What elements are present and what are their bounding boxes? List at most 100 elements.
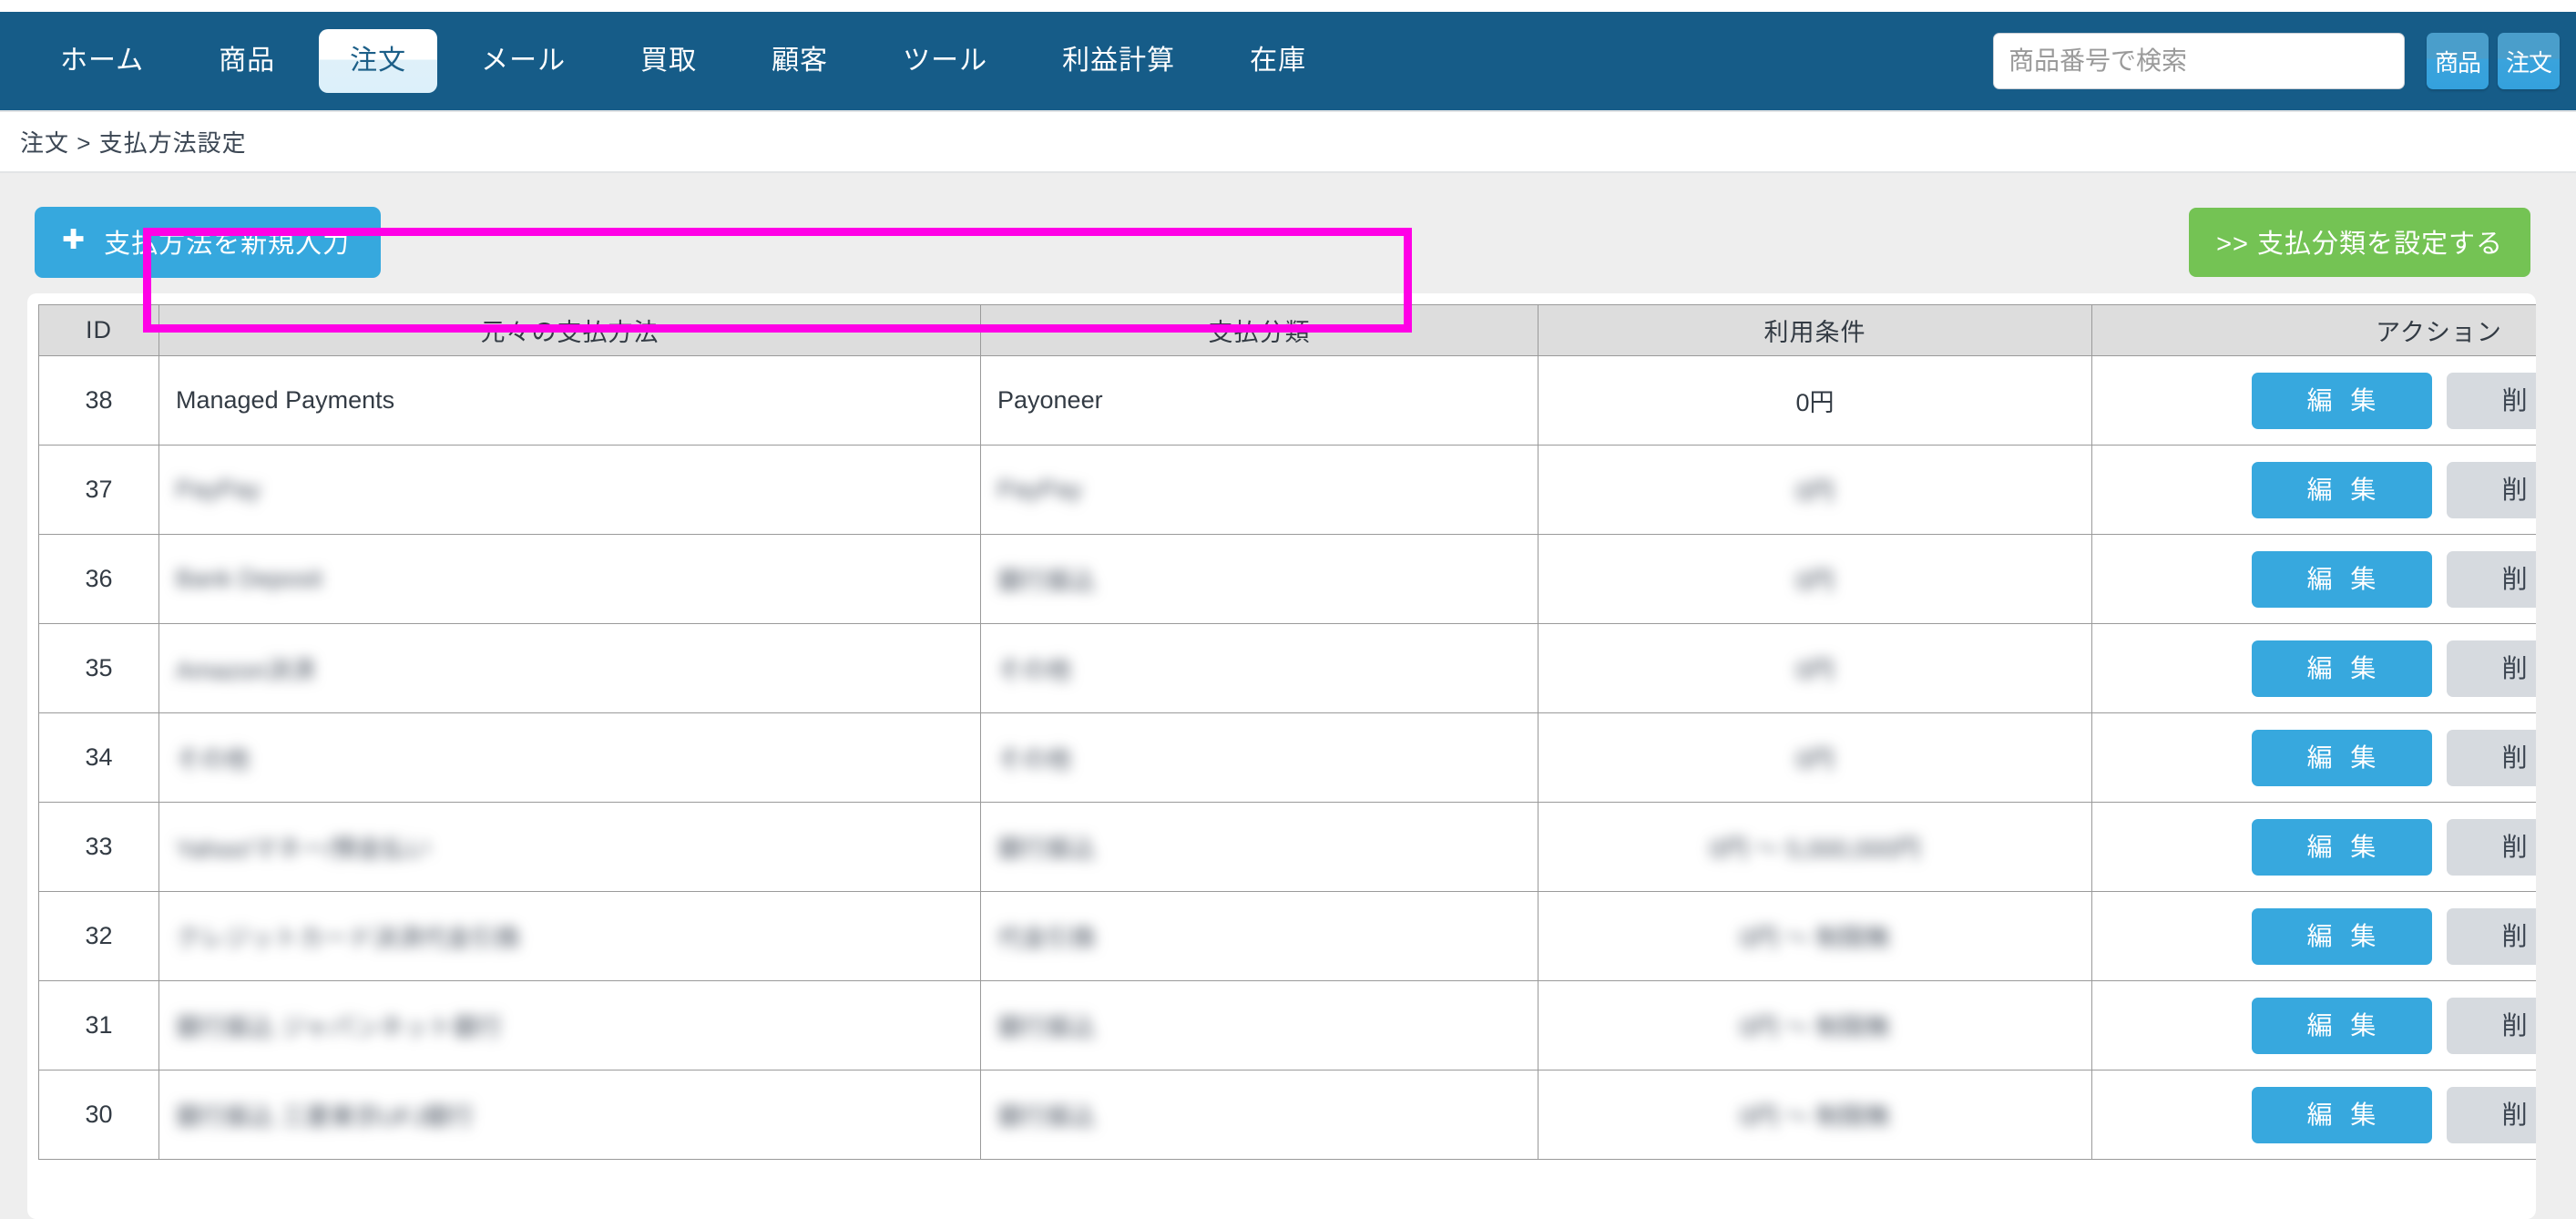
cell-condition: 0円 [1538, 445, 2092, 535]
cell-id: 31 [38, 980, 159, 1070]
column-header-action: アクション [2091, 304, 2536, 356]
delete-button[interactable]: 削 除 [2446, 907, 2536, 965]
cell-condition: 0円 〜 制限無 [1538, 1070, 2092, 1160]
table-row: 35Amazon決済その他0円編 集削 除 [38, 623, 2536, 713]
cell-method: クレジットカード決済代金引換 [158, 891, 981, 981]
new-payment-method-label: 支払方法を新規入力 [104, 230, 351, 259]
nav-menu: ホーム 商品 注文 メール 買取 顧客 ツール 利益計算 在庫 [0, 12, 1350, 110]
cell-action: 編 集削 除 [2091, 712, 2536, 803]
delete-button[interactable]: 削 除 [2446, 818, 2536, 876]
cell-category: PayPay [980, 445, 1538, 535]
edit-button[interactable]: 編 集 [2251, 640, 2432, 697]
table-card: ID 元々の支払方法 支払分類 利用条件 アクション 38 Managed Pay… [27, 293, 2536, 1219]
nav-item-order[interactable]: 注文 [319, 29, 438, 93]
plus-icon: ✚ [62, 225, 87, 255]
new-payment-method-button[interactable]: ✚ 支払方法を新規入力 [35, 207, 382, 278]
navbar-search-area: 商品 注文 [1993, 33, 2560, 89]
breadcrumb-bar: 注文 > 支払方法設定 [0, 110, 2576, 173]
payment-methods-table: ID 元々の支払方法 支払分類 利用条件 アクション 38 Managed Pay… [38, 304, 2536, 1160]
cell-condition: 0円 [1538, 623, 2092, 713]
delete-button[interactable]: 削 除 [2446, 1086, 2536, 1143]
table-row: 33 Yahoo!マネー/預金払い 銀行振込 0円 〜 5,000,000円編 集削 … [38, 802, 2536, 892]
edit-button[interactable]: 編 集 [2251, 907, 2432, 965]
page-body: ✚ 支払方法を新規入力 >> 支払分類を設定する ID 元々の支払方法 支払分類… [0, 173, 2576, 1219]
nav-item-home[interactable]: ホーム [29, 29, 175, 93]
search-input[interactable] [1993, 33, 2405, 89]
column-header-id: ID [38, 304, 159, 356]
edit-button[interactable]: 編 集 [2251, 818, 2432, 876]
table-row: 34その他その他0円編 集削 除 [38, 712, 2536, 803]
cell-action: 編 集削 除 [2091, 534, 2536, 624]
cell-method: その他 [158, 712, 981, 803]
edit-button[interactable]: 編 集 [2251, 997, 2432, 1054]
cell-method: Amazon決済 [158, 623, 981, 713]
main-navbar: ホーム 商品 注文 メール 買取 顧客 ツール 利益計算 在庫 商品 注文 [0, 12, 2576, 110]
breadcrumb[interactable]: 注文 > 支払方法設定 [20, 125, 247, 159]
cell-method: Yahoo!マネー/預金払い [158, 802, 981, 892]
cell-action: 編 集削 除 [2091, 623, 2536, 713]
search-order-button[interactable]: 注文 [2498, 33, 2560, 89]
cell-id: 32 [38, 891, 159, 981]
cell-action: 編 集削 除 [2091, 445, 2536, 535]
table-body: 38Managed PaymentsPayoneer0円編 集削 除37PayP… [38, 355, 2536, 1160]
cell-category: Payoneer [980, 355, 1538, 446]
cell-action: 編 集削 除 [2091, 802, 2536, 892]
cell-action: 編 集削 除 [2091, 1070, 2536, 1160]
column-header-method: 元々の支払方法 [158, 304, 981, 356]
delete-button[interactable]: 削 除 [2446, 640, 2536, 697]
cell-method: 銀行振込 三菱東京UFJ銀行 [158, 1070, 981, 1160]
cell-action: 編 集削 除 [2091, 980, 2536, 1070]
cell-category: 銀行振込 [980, 802, 1538, 892]
delete-button[interactable]: 削 除 [2446, 997, 2536, 1054]
cell-id: 34 [38, 712, 159, 803]
set-payment-category-button[interactable]: >> 支払分類を設定する [2189, 208, 2530, 277]
cell-id: 33 [38, 802, 159, 892]
cell-condition: 0円 〜 5,000,000円 [1538, 802, 2092, 892]
cell-action: 編 集削 除 [2091, 891, 2536, 981]
cell-method: PayPay [158, 445, 981, 535]
cell-category: その他 [980, 712, 1538, 803]
cell-category: 銀行振込 [980, 534, 1538, 624]
edit-button[interactable]: 編 集 [2251, 1086, 2432, 1143]
cell-method: Managed Payments [158, 355, 981, 446]
nav-item-product[interactable]: 商品 [188, 29, 306, 93]
table-row: 37PayPayPayPay0円編 集削 除 [38, 445, 2536, 535]
edit-button[interactable]: 編 集 [2251, 372, 2432, 429]
cell-category: 銀行振込 [980, 1070, 1538, 1160]
nav-item-stock[interactable]: 在庫 [1219, 29, 1337, 93]
cell-condition: 0円 [1538, 534, 2092, 624]
table-row: 36Bank Deposit銀行振込0円編 集削 除 [38, 534, 2536, 624]
cell-id: 38 [38, 355, 159, 446]
delete-button[interactable]: 削 除 [2446, 729, 2536, 786]
edit-button[interactable]: 編 集 [2251, 461, 2432, 518]
nav-item-buying[interactable]: 買取 [609, 29, 728, 93]
top-white-strip [0, 0, 2576, 12]
search-product-button[interactable]: 商品 [2427, 33, 2489, 89]
cell-action: 編 集削 除 [2091, 355, 2536, 446]
edit-button[interactable]: 編 集 [2251, 550, 2432, 608]
nav-item-profit[interactable]: 利益計算 [1031, 29, 1206, 93]
table-row: 31銀行振込 ジャパンネット銀行銀行振込0円 〜 制限無編 集削 除 [38, 980, 2536, 1070]
cell-id: 35 [38, 623, 159, 713]
cell-condition: 0円 〜 制限無 [1538, 980, 2092, 1070]
nav-item-tools[interactable]: ツール [872, 29, 1018, 93]
table-row: 30銀行振込 三菱東京UFJ銀行銀行振込0円 〜 制限無編 集削 除 [38, 1070, 2536, 1160]
cell-id: 36 [38, 534, 159, 624]
cell-category: 代金引換 [980, 891, 1538, 981]
cell-method: Bank Deposit [158, 534, 981, 624]
edit-button[interactable]: 編 集 [2251, 729, 2432, 786]
delete-button[interactable]: 削 除 [2446, 461, 2536, 518]
table-row: 38Managed PaymentsPayoneer0円編 集削 除 [38, 355, 2536, 446]
column-header-category: 支払分類 [980, 304, 1538, 356]
cell-method: 銀行振込 ジャパンネット銀行 [158, 980, 981, 1070]
delete-button[interactable]: 削 除 [2446, 550, 2536, 608]
table-header-row: ID 元々の支払方法 支払分類 利用条件 アクション [38, 304, 2536, 356]
cell-condition: 0円 [1538, 355, 2092, 446]
cell-condition: 0円 [1538, 712, 2092, 803]
nav-item-customer[interactable]: 顧客 [741, 29, 859, 93]
table-header: ID 元々の支払方法 支払分類 利用条件 アクション [38, 304, 2536, 356]
nav-item-mail[interactable]: メール [450, 29, 597, 93]
cell-category: その他 [980, 623, 1538, 713]
cell-id: 37 [38, 445, 159, 535]
delete-button[interactable]: 削 除 [2446, 372, 2536, 429]
